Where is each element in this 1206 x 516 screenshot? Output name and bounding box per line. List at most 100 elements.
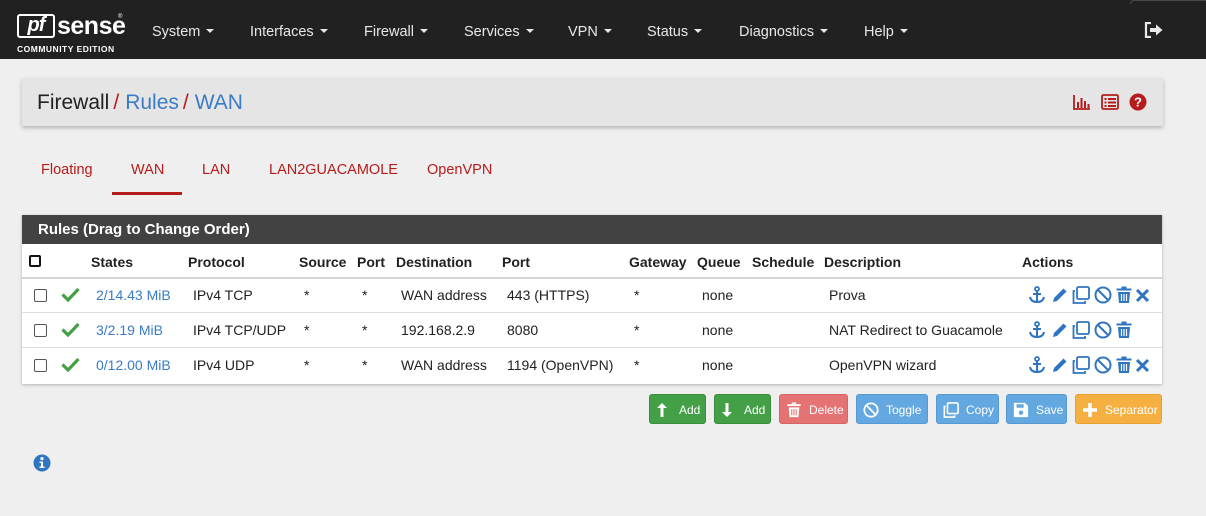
trash-icon[interactable] <box>1115 286 1133 304</box>
tab-floating[interactable]: Floating <box>41 162 93 178</box>
logo-trademark: ® <box>118 14 123 20</box>
col-description: Description <box>824 254 902 270</box>
logo-sense: sense <box>57 12 126 40</box>
destination-port-cell: 443 (HTTPS) <box>507 287 590 303</box>
edit-pencil-icon[interactable] <box>1051 356 1069 374</box>
logo-pf: pf <box>17 14 55 38</box>
nav-status-label: Status <box>647 24 689 40</box>
copy-icon[interactable] <box>1072 321 1090 339</box>
nav-diagnostics-label: Diagnostics <box>739 24 814 40</box>
nav-services-label: Services <box>464 24 520 40</box>
nav-system[interactable]: System <box>152 0 215 59</box>
disable-ban-icon[interactable] <box>1094 356 1112 374</box>
states-link[interactable]: 0/12.00 MiB <box>96 357 171 373</box>
row-select-checkbox[interactable] <box>34 359 47 372</box>
rules-panel-title: Rules (Drag to Change Order) <box>22 215 1162 244</box>
anchor-icon[interactable] <box>1028 356 1046 374</box>
select-all-checkbox[interactable] <box>29 255 41 267</box>
check-icon[interactable] <box>61 287 80 302</box>
sign-out-icon[interactable] <box>1144 22 1164 38</box>
add-bottom-button[interactable]: Add <box>714 394 771 424</box>
header-divider <box>22 277 1162 279</box>
nav-help[interactable]: Help <box>864 0 908 59</box>
disable-ban-icon[interactable] <box>1094 286 1112 304</box>
caret-down-icon <box>694 29 703 34</box>
row-actions <box>1028 321 1150 339</box>
trash-icon[interactable] <box>1115 356 1133 374</box>
level-down-icon <box>722 403 732 417</box>
pfsense-logo[interactable]: pf sense ® COMMUNITY EDITION <box>17 12 127 56</box>
row-actions <box>1028 356 1150 374</box>
destination-cell: WAN address <box>401 287 487 303</box>
disable-ban-icon[interactable] <box>1094 321 1112 339</box>
bar-chart-icon[interactable] <box>1073 93 1091 111</box>
plus-icon <box>1083 403 1097 417</box>
list-icon[interactable] <box>1101 93 1119 111</box>
check-icon[interactable] <box>61 357 80 372</box>
add-bottom-label: Add <box>744 403 766 417</box>
copy-icon[interactable] <box>1072 286 1090 304</box>
copy-icon[interactable] <box>1072 356 1090 374</box>
row-divider <box>22 347 1162 348</box>
nav-firewall-label: Firewall <box>364 24 414 40</box>
source-port-cell: * <box>362 287 368 303</box>
col-gateway: Gateway <box>629 254 687 270</box>
nav-firewall[interactable]: Firewall <box>364 0 428 59</box>
breadcrumb-wan[interactable]: WAN <box>195 91 243 114</box>
gateway-cell: * <box>634 357 640 373</box>
info-icon[interactable] <box>33 454 51 472</box>
tab-lan2guacamole[interactable]: LAN2GUACAMOLE <box>269 162 398 178</box>
edit-pencil-icon[interactable] <box>1051 286 1069 304</box>
nav-status[interactable]: Status <box>647 0 703 59</box>
trash-icon[interactable] <box>1115 321 1133 339</box>
col-actions: Actions <box>1022 254 1074 270</box>
toggle-label: Toggle <box>886 403 922 417</box>
level-up-icon <box>657 403 667 417</box>
row-select-checkbox[interactable] <box>34 289 47 302</box>
edit-pencil-icon[interactable] <box>1051 321 1069 339</box>
help-icon[interactable]: ? <box>1129 93 1147 111</box>
breadcrumb-panel: Firewall / Rules / WAN ? <box>22 78 1163 126</box>
row-select-checkbox[interactable] <box>34 324 47 337</box>
queue-cell: none <box>702 357 734 373</box>
caret-down-icon <box>603 29 612 34</box>
row-divider <box>22 312 1162 313</box>
copy-button[interactable]: Copy <box>936 394 999 424</box>
toggle-button[interactable]: Toggle <box>856 394 928 424</box>
gateway-cell: * <box>634 287 640 303</box>
nav-services[interactable]: Services <box>464 0 534 59</box>
delete-x-icon[interactable] <box>1135 286 1150 304</box>
nav-system-label: System <box>152 24 201 40</box>
breadcrumb-rules[interactable]: Rules <box>125 91 179 114</box>
add-top-button[interactable]: Add <box>649 394 706 424</box>
description-cell: NAT Redirect to Guacamole <box>829 322 1003 338</box>
caret-down-icon <box>419 29 428 34</box>
separator-label: Separator <box>1105 403 1158 417</box>
anchor-icon[interactable] <box>1028 321 1046 339</box>
nav-interfaces[interactable]: Interfaces <box>250 0 328 59</box>
tab-wan[interactable]: WAN <box>131 162 164 178</box>
tab-openvpn[interactable]: OpenVPN <box>427 162 492 178</box>
check-icon[interactable] <box>61 322 80 337</box>
copy-label: Copy <box>966 403 995 417</box>
nav-interfaces-label: Interfaces <box>250 24 314 40</box>
breadcrumb-separator: / <box>113 91 120 114</box>
save-button[interactable]: Save <box>1006 394 1067 424</box>
tab-lan[interactable]: LAN <box>202 162 230 178</box>
delete-x-icon[interactable] <box>1135 356 1150 374</box>
nav-vpn[interactable]: VPN <box>568 0 612 59</box>
top-navbar: pf sense ® COMMUNITY EDITION System Inte… <box>0 0 1206 59</box>
ban-icon <box>863 402 879 418</box>
anchor-icon[interactable] <box>1028 286 1046 304</box>
separator-button[interactable]: Separator <box>1075 394 1162 424</box>
states-link[interactable]: 2/14.43 MiB <box>96 287 171 303</box>
logo-edition: COMMUNITY EDITION <box>17 44 115 54</box>
nav-diagnostics[interactable]: Diagnostics <box>739 0 828 59</box>
add-top-label: Add <box>679 403 701 417</box>
states-link[interactable]: 3/2.19 MiB <box>96 322 163 338</box>
caret-down-icon <box>319 29 328 34</box>
col-destination-port: Port <box>502 254 530 270</box>
col-protocol: Protocol <box>188 254 245 270</box>
breadcrumb-separator: / <box>182 91 189 114</box>
delete-button[interactable]: Delete <box>779 394 848 424</box>
